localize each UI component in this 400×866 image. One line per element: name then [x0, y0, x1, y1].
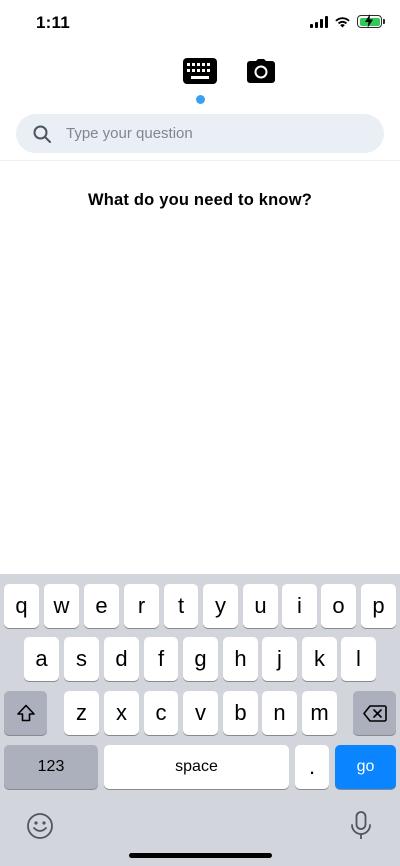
microphone-icon [351, 811, 371, 839]
key-u[interactable]: u [243, 584, 278, 628]
status-bar: 1:11 [0, 0, 400, 46]
delete-key[interactable] [353, 691, 396, 735]
keyboard: q w e r t y u i o p a s d f g h j k l z … [0, 574, 400, 866]
go-key[interactable]: go [335, 745, 396, 789]
input-mode-tabs [0, 54, 400, 94]
key-r[interactable]: r [124, 584, 159, 628]
key-k[interactable]: k [302, 637, 337, 681]
tab-keyboard[interactable] [183, 54, 217, 88]
key-m[interactable]: m [302, 691, 337, 735]
charging-bolt-icon [365, 14, 373, 28]
space-key[interactable]: space [104, 745, 289, 789]
key-l[interactable]: l [341, 637, 376, 681]
key-j[interactable]: j [262, 637, 297, 681]
numbers-key[interactable]: 123 [4, 745, 98, 789]
status-icons [310, 14, 385, 28]
wifi-icon [335, 17, 350, 28]
key-x[interactable]: x [104, 691, 139, 735]
period-key[interactable]: . [295, 745, 329, 789]
emoji-button[interactable] [25, 811, 55, 841]
search-bar[interactable] [16, 114, 384, 153]
search-icon [33, 125, 51, 143]
dictation-button[interactable] [347, 810, 375, 842]
key-d[interactable]: d [104, 637, 139, 681]
key-g[interactable]: g [183, 637, 218, 681]
search-input[interactable] [66, 125, 356, 142]
key-h[interactable]: h [223, 637, 258, 681]
cellular-signal-icon [310, 15, 328, 28]
key-v[interactable]: v [183, 691, 218, 735]
key-t[interactable]: t [164, 584, 198, 628]
header-divider [0, 160, 400, 161]
key-e[interactable]: e [84, 584, 119, 628]
key-o[interactable]: o [321, 584, 356, 628]
battery-icon [357, 14, 385, 28]
key-w[interactable]: w [44, 584, 79, 628]
key-c[interactable]: c [144, 691, 178, 735]
key-b[interactable]: b [223, 691, 258, 735]
keyboard-icon [183, 58, 217, 84]
key-f[interactable]: f [144, 637, 178, 681]
key-i[interactable]: i [282, 584, 317, 628]
shift-key[interactable] [4, 691, 47, 735]
tab-camera[interactable] [246, 54, 276, 88]
home-indicator [129, 853, 272, 858]
status-time: 1:11 [36, 13, 70, 32]
key-a[interactable]: a [24, 637, 59, 681]
key-q[interactable]: q [4, 584, 39, 628]
key-s[interactable]: s [64, 637, 99, 681]
key-z[interactable]: z [64, 691, 99, 735]
key-y[interactable]: y [203, 584, 238, 628]
key-p[interactable]: p [361, 584, 396, 628]
emoji-icon [27, 813, 53, 839]
shift-icon [16, 704, 35, 722]
key-n[interactable]: n [262, 691, 297, 735]
camera-icon [247, 59, 275, 83]
backspace-icon [362, 704, 387, 722]
active-tab-indicator [196, 95, 205, 104]
prompt-heading: What do you need to know? [87, 191, 313, 209]
